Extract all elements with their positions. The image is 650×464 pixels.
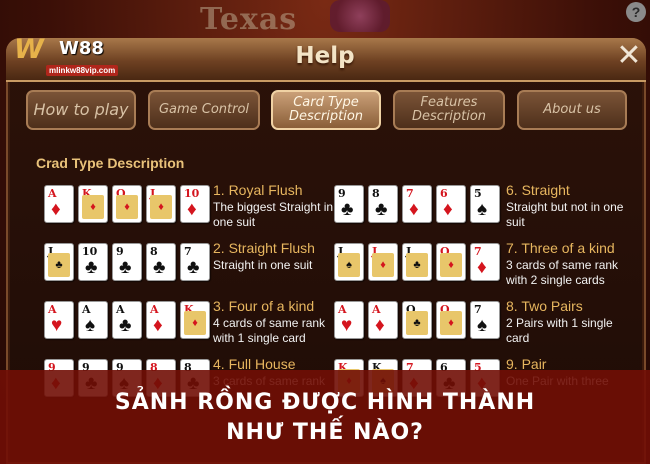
card-suit-icon: ♦: [477, 257, 487, 278]
playing-card: 7 ♣: [180, 243, 210, 281]
card-suit-icon: ♦: [443, 199, 453, 220]
playing-card: 10 ♣: [78, 243, 108, 281]
playing-card: J ♦: [368, 243, 398, 281]
card-suit-icon: ♣: [375, 199, 388, 220]
card-suit-icon: ♠: [85, 315, 96, 336]
card-suit-icon: ♣: [406, 311, 428, 335]
card-suit-icon: ♥: [51, 315, 63, 336]
card-suit-icon: ♦: [82, 195, 104, 219]
banner-line-2: NHƯ THẾ NÀO?: [226, 420, 424, 445]
logo-url: mlinkw88vip.com: [46, 65, 119, 76]
playing-card: 8♣: [368, 185, 398, 223]
playing-card: 7♦: [470, 243, 500, 281]
card-suit-icon: ♠: [477, 199, 488, 220]
card-suit-icon: ♦: [440, 253, 462, 277]
playing-card: 10 ♦: [180, 185, 210, 223]
background-cards-decoration: [330, 0, 390, 32]
card-suit-icon: ♣: [187, 257, 200, 278]
card-suit-icon: ♥: [341, 315, 353, 336]
playing-card: A ♥: [334, 301, 364, 339]
hand-description: 3 cards of same rank with 2 single cards: [506, 258, 619, 287]
hand-description: The biggest Straight in one suit: [213, 200, 334, 229]
hand-name: 1. Royal Flush: [213, 182, 303, 198]
section-title: Crad Type Description: [36, 155, 185, 171]
hand-description: 2 Pairs with 1 single card: [506, 316, 613, 345]
card-suit-icon: ♣: [48, 253, 70, 277]
banner-caption: SẢNH RỒNG ĐƯỢC HÌNH THÀNH NHƯ THẾ NÀO?: [0, 388, 650, 448]
playing-card: 7♦: [402, 185, 432, 223]
card-suit-icon: ♦: [440, 311, 462, 335]
playing-card: 7 ♠: [470, 301, 500, 339]
playing-card: 6 ♦: [436, 185, 466, 223]
tab-features-description[interactable]: Features Description: [393, 90, 505, 130]
banner-line-1: SẢNH RỒNG ĐƯỢC HÌNH THÀNH: [114, 390, 536, 415]
playing-card: Q ♣: [402, 301, 432, 339]
card-suit-icon: ♦: [153, 315, 163, 336]
playing-card: A ♦: [368, 301, 398, 339]
card-suit-icon: ♦: [116, 195, 138, 219]
tab-label: About us: [543, 102, 601, 117]
playing-card: A ♥: [44, 301, 74, 339]
playing-card: A ♠: [78, 301, 108, 339]
card-suit-icon: ♦: [51, 199, 61, 220]
logo-mark: W: [14, 34, 44, 65]
tab-card-type-description[interactable]: Card Type Description: [271, 90, 381, 130]
card-suit-icon: ♠: [338, 253, 360, 277]
playing-card: K♦: [180, 301, 210, 339]
logo-text: W88: [59, 38, 104, 59]
card-suit-icon: ♠: [477, 315, 488, 336]
playing-card: A ♣: [112, 301, 142, 339]
card-suit-icon: ♦: [187, 199, 197, 220]
tab-label: Card Type Description: [288, 95, 364, 124]
playing-card: 8♣: [146, 243, 176, 281]
w88-logo: W W88 mlinkw88vip.com: [14, 32, 119, 80]
tab-label: Game Control: [158, 102, 250, 117]
card-suit-icon: ♦: [375, 315, 385, 336]
playing-card: Q ♦: [436, 301, 466, 339]
hand-name: 2. Straight Flush: [213, 240, 315, 256]
playing-card: 9♣: [334, 185, 364, 223]
playing-card: J ♣: [44, 243, 74, 281]
playing-card: K♦: [78, 185, 108, 223]
playing-card: Q ♦: [112, 185, 142, 223]
playing-card: 9♣: [112, 243, 142, 281]
card-suit-icon: ♣: [119, 257, 132, 278]
tab-label: How to play: [33, 100, 129, 119]
hand-name: 6. Straight: [506, 182, 570, 198]
hand-name: 8. Two Pairs: [506, 298, 583, 314]
card-suit-icon: ♣: [153, 257, 166, 278]
hand-description: Straight in one suit: [213, 258, 313, 272]
card-suit-icon: ♣: [119, 315, 132, 336]
card-suit-icon: ♣: [406, 253, 428, 277]
card-suit-icon: ♦: [184, 311, 206, 335]
card-suit-icon: ♣: [341, 199, 354, 220]
question-mark-icon[interactable]: ?: [626, 2, 646, 22]
playing-card: 5 ♠: [470, 185, 500, 223]
tab-label: Features Description: [411, 95, 487, 124]
hand-name: 7. Three of a kind: [506, 240, 615, 256]
playing-card: J ♦: [146, 185, 176, 223]
tab-how-to-play[interactable]: How to play: [26, 90, 136, 130]
playing-card: A ♦: [146, 301, 176, 339]
playing-card: J ♠: [334, 243, 364, 281]
card-suit-icon: ♦: [409, 199, 419, 220]
tab-game-control[interactable]: Game Control: [148, 90, 260, 130]
card-suit-icon: ♣: [85, 257, 98, 278]
tab-about-us[interactable]: About us: [517, 90, 627, 130]
playing-card: J ♣: [402, 243, 432, 281]
card-suit-icon: ♦: [150, 195, 172, 219]
playing-card: Q ♦: [436, 243, 466, 281]
close-icon[interactable]: ✕: [614, 41, 644, 72]
card-suit-icon: ♦: [372, 253, 394, 277]
background-game-title: Texas: [200, 2, 298, 37]
hand-name: 3. Four of a kind: [213, 298, 315, 314]
playing-card: A ♦: [44, 185, 74, 223]
hand-description: 4 cards of same rank with 1 single card: [213, 316, 326, 345]
hand-description: Straight but not in one suit: [506, 200, 624, 229]
